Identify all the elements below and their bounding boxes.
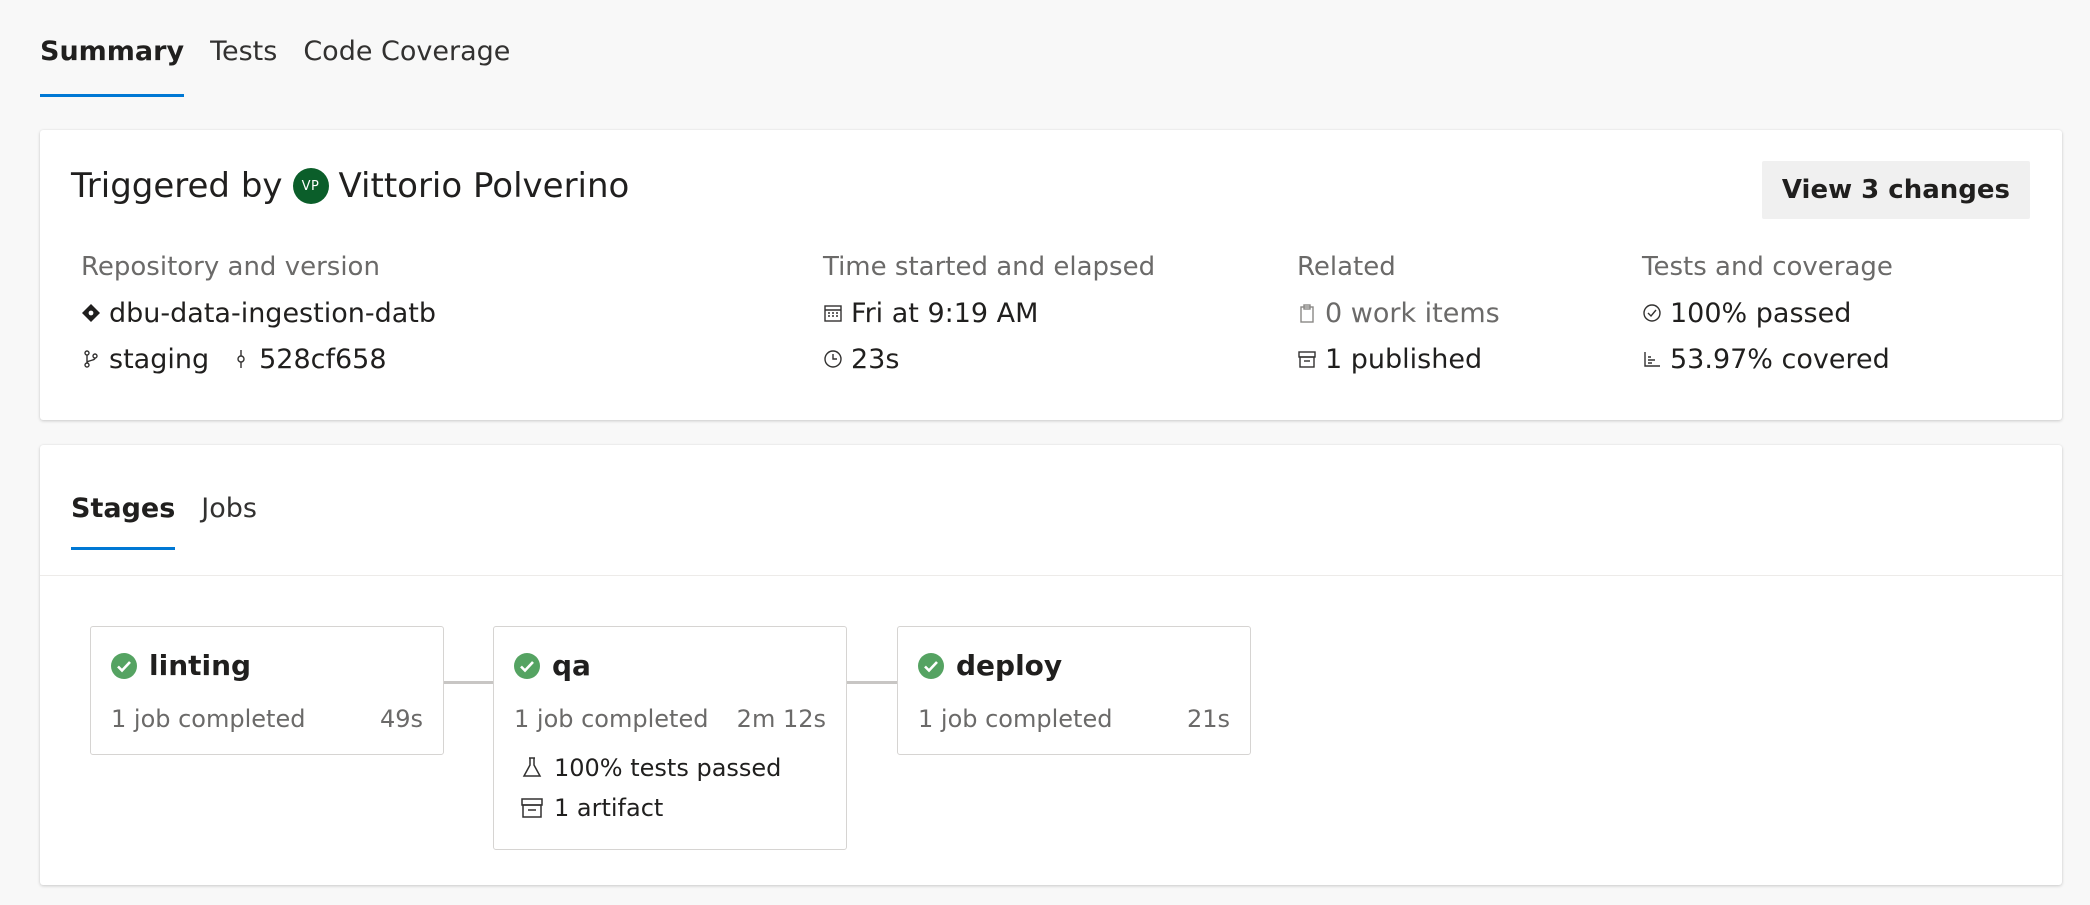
flask-icon bbox=[520, 756, 544, 780]
coverage-percent[interactable]: 53.97% covered bbox=[1670, 344, 1890, 375]
tab-jobs[interactable]: Jobs bbox=[201, 493, 257, 550]
success-check-icon bbox=[111, 652, 137, 679]
avatar[interactable]: VP bbox=[292, 168, 329, 204]
stage-deploy[interactable]: deploy 1 job completed 21s bbox=[897, 626, 1251, 755]
branch-icon bbox=[81, 349, 101, 369]
stage-artifact-link[interactable]: 1 artifact bbox=[520, 794, 663, 822]
stage-status: 1 job completed bbox=[111, 705, 306, 733]
git-repo-icon bbox=[81, 303, 101, 323]
success-check-icon bbox=[918, 652, 944, 679]
time-started-row: Fri at 9:19 AM bbox=[823, 296, 1155, 330]
work-items: 0 work items bbox=[1325, 297, 1500, 329]
user-name[interactable]: Vittorio Polverino bbox=[339, 166, 630, 206]
commit-icon bbox=[231, 349, 251, 369]
stage-connector bbox=[846, 681, 897, 684]
divider bbox=[40, 575, 2062, 576]
artifact-icon bbox=[520, 796, 544, 820]
clipboard-icon bbox=[1297, 303, 1317, 323]
triggered-by-header: Triggered by VP Vittorio Polverino bbox=[71, 166, 629, 206]
published-row[interactable]: 1 published bbox=[1297, 342, 1500, 376]
stage-duration: 49s bbox=[379, 705, 423, 733]
time-started: Fri at 9:19 AM bbox=[851, 297, 1039, 329]
commit-id[interactable]: 528cf658 bbox=[259, 344, 386, 375]
stage-tab-bar: Stages Jobs bbox=[71, 493, 257, 550]
tests-header: Tests and coverage bbox=[1642, 252, 1893, 282]
tab-stages[interactable]: Stages bbox=[71, 493, 176, 550]
stage-tests-link[interactable]: 100% tests passed bbox=[520, 754, 781, 782]
stage-duration: 2m 12s bbox=[736, 705, 826, 733]
stage-title: deploy bbox=[918, 649, 1062, 682]
stages-card: Stages Jobs linting 1 job completed 49s … bbox=[40, 445, 2062, 885]
stage-status: 1 job completed bbox=[514, 705, 709, 733]
stage-connector bbox=[443, 681, 493, 684]
stage-name: qa bbox=[552, 649, 591, 682]
stage-name: deploy bbox=[956, 649, 1063, 682]
tests-column: Tests and coverage 100% passed 53.97% co… bbox=[1642, 252, 1893, 388]
tests-passed[interactable]: 100% passed bbox=[1670, 298, 1851, 329]
repository-column: Repository and version dbu-data-ingestio… bbox=[81, 252, 436, 388]
stage-duration: 21s bbox=[1186, 705, 1230, 733]
top-tab-bar: Summary Tests Code Coverage bbox=[40, 36, 510, 97]
time-header: Time started and elapsed bbox=[823, 252, 1156, 282]
related-column: Related 0 work items 1 published bbox=[1297, 252, 1500, 388]
success-check-icon bbox=[514, 652, 540, 679]
stage-linting[interactable]: linting 1 job completed 49s bbox=[90, 626, 444, 755]
run-summary-card: Triggered by VP Vittorio Polverino View … bbox=[40, 130, 2062, 420]
related-header: Related bbox=[1297, 252, 1396, 282]
repository-header: Repository and version bbox=[81, 252, 380, 282]
work-items-row: 0 work items bbox=[1297, 296, 1500, 330]
published-artifacts[interactable]: 1 published bbox=[1325, 344, 1482, 375]
branch-name[interactable]: staging bbox=[109, 344, 209, 375]
stage-title: linting bbox=[111, 649, 251, 682]
stage-status: 1 job completed bbox=[918, 705, 1113, 733]
stage-artifacts[interactable]: 1 artifact bbox=[554, 794, 663, 822]
view-changes-button[interactable]: View 3 changes bbox=[1761, 161, 2030, 219]
triggered-by-label: Triggered by bbox=[71, 166, 283, 206]
check-circle-icon bbox=[1642, 303, 1662, 323]
stage-title: qa bbox=[514, 649, 591, 682]
repository-row[interactable]: dbu-data-ingestion-datb bbox=[81, 296, 436, 330]
repository-name[interactable]: dbu-data-ingestion-datb bbox=[109, 298, 436, 329]
stage-qa[interactable]: qa 1 job completed 2m 12s 100% tests pas… bbox=[493, 626, 847, 850]
calendar-icon bbox=[823, 303, 843, 323]
tab-code-coverage[interactable]: Code Coverage bbox=[303, 36, 510, 97]
artifact-icon bbox=[1297, 349, 1317, 369]
stage-name: linting bbox=[149, 649, 252, 682]
coverage-chart-icon bbox=[1642, 349, 1662, 369]
tests-passed-row[interactable]: 100% passed bbox=[1642, 296, 1893, 330]
coverage-row[interactable]: 53.97% covered bbox=[1642, 342, 1893, 376]
stage-tests-passed[interactable]: 100% tests passed bbox=[554, 754, 781, 782]
branch-commit-row: staging 528cf658 bbox=[81, 342, 436, 376]
time-elapsed-row: 23s bbox=[823, 342, 1155, 376]
clock-icon bbox=[823, 349, 843, 369]
time-elapsed: 23s bbox=[851, 343, 900, 375]
tab-tests[interactable]: Tests bbox=[210, 36, 277, 97]
tab-summary[interactable]: Summary bbox=[40, 36, 185, 97]
time-column: Time started and elapsed Fri at 9:19 AM … bbox=[823, 252, 1155, 388]
